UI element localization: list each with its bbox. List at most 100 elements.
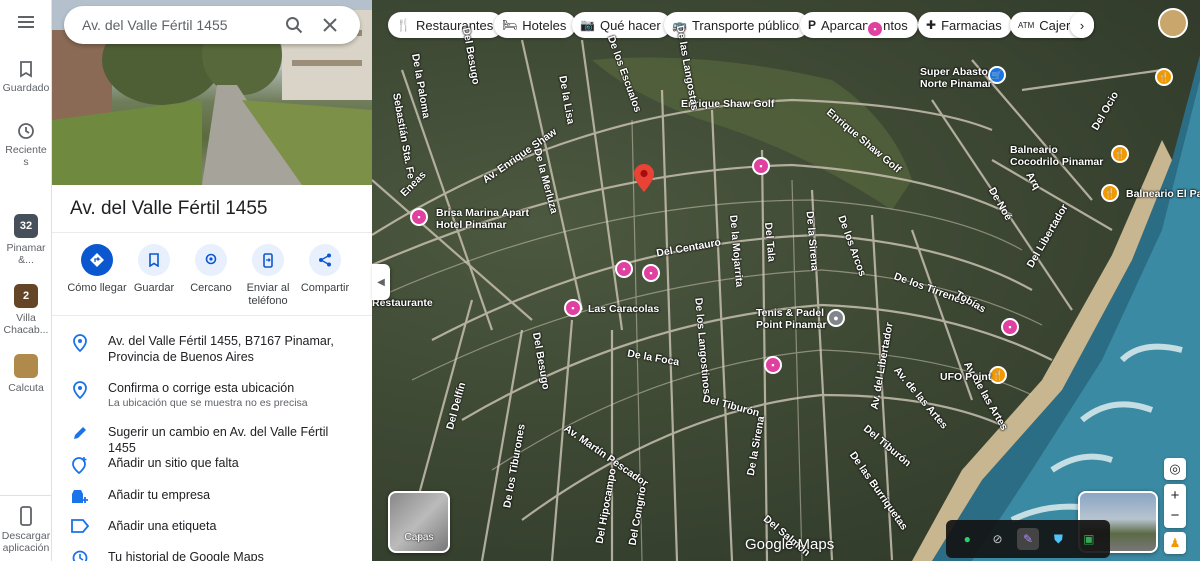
poi-label[interactable]: Tenis & Padel Point Pinamar: [756, 307, 827, 331]
chip-label: Transporte público: [691, 17, 800, 33]
poi-marker[interactable]: 🍴: [1101, 184, 1119, 202]
recent-item-calcuta[interactable]: Calcuta: [0, 354, 52, 394]
recent-thumbnail: [14, 354, 38, 378]
recent-item-villa[interactable]: 2 Villa Chacab...: [0, 284, 52, 336]
poi-marker[interactable]: 🍴: [1111, 145, 1129, 163]
history-row[interactable]: Tu historial de Google Maps: [52, 549, 372, 561]
poi-marker[interactable]: ▪: [615, 260, 633, 278]
download-app-button[interactable]: Descargar aplicación: [0, 506, 52, 554]
poi-label[interactable]: Las Caracolas: [588, 303, 659, 315]
poi-label[interactable]: Brisa Marina Apart Hotel Pinamar: [436, 207, 529, 231]
action-label: Enviar al teléfono: [246, 282, 290, 307]
poi-marker[interactable]: ▪: [764, 356, 782, 374]
saved-button[interactable]: Guardado: [0, 60, 52, 94]
map-roads: [372, 39, 1200, 561]
avatar[interactable]: [1158, 8, 1188, 38]
recent-thumbnail: 32: [14, 214, 38, 238]
screen-icon[interactable]: ▣: [1078, 528, 1100, 550]
recent-item-pinamar[interactable]: 32 Pinamar &...: [0, 214, 52, 266]
chip-restaurants[interactable]: 🍴 Restaurantes: [388, 12, 504, 38]
poi-label[interactable]: UFO Point: [940, 371, 991, 383]
chip-hotels[interactable]: 🛏 Hoteles: [494, 12, 577, 38]
add-label-row[interactable]: Añadir una etiqueta: [52, 518, 372, 534]
search-box[interactable]: [64, 6, 360, 44]
send-to-phone-button[interactable]: Enviar al teléfono: [238, 242, 298, 308]
location-pin-icon: [52, 333, 108, 352]
poi-marker[interactable]: ▪: [642, 264, 660, 282]
recent-item-label: Villa Chacab...: [3, 312, 49, 336]
action-label: Cercano: [190, 282, 232, 294]
divider: [52, 315, 372, 316]
poi-marker[interactable]: 🍴: [989, 366, 1007, 384]
suggest-edit-row[interactable]: Sugerir un cambio en Av. del Valle Férti…: [52, 424, 372, 456]
pen-icon[interactable]: ✎: [1016, 528, 1039, 550]
history-icon: [18, 123, 34, 139]
poi-marker[interactable]: ●: [827, 309, 845, 327]
recent-button[interactable]: Reciente s: [0, 122, 52, 168]
add-place-text: Añadir un sitio que falta: [108, 456, 239, 470]
chip-parking[interactable]: P Aparcamientos: [800, 12, 918, 38]
share-button[interactable]: Compartir: [295, 242, 355, 295]
layers-label: Capas: [404, 532, 434, 543]
add-location-icon: [52, 455, 108, 474]
poi-marker[interactable]: ▪: [564, 299, 582, 317]
poi-label[interactable]: Balneario Cocodrilo Pinamar: [1010, 144, 1103, 168]
history-icon: [52, 549, 108, 561]
satellite-map[interactable]: 🍴 Restaurantes 🛏 Hoteles 📷 Qué hacer 🚌 Trans…: [372, 0, 1200, 561]
pegman-icon: ♟: [1169, 536, 1181, 550]
chips-scroll-right-button[interactable]: ›: [1070, 12, 1094, 38]
zoom-out-button[interactable]: −: [1171, 506, 1180, 526]
pharmacy-icon: ✚: [926, 18, 937, 32]
poi-marker[interactable]: ▪: [1001, 318, 1019, 336]
zoom-in-button[interactable]: +: [1171, 486, 1180, 506]
action-bar: Cómo llegar Guardar Cercano Enviar al te…: [52, 242, 372, 314]
saved-label: Guardado: [2, 82, 50, 94]
poi-marker[interactable]: ▪: [752, 157, 770, 175]
place-title: Av. del Valle Fértil 1455: [70, 198, 268, 219]
nearby-button[interactable]: Cercano: [181, 242, 241, 295]
address-text: Av. del Valle Fértil 1455, B7167 Pinamar…: [108, 334, 334, 364]
google-maps-logo: Google Maps: [745, 536, 835, 553]
chip-pharmacies[interactable]: ✚ Farmacias: [918, 12, 1012, 38]
address-row[interactable]: Av. del Valle Fértil 1455, B7167 Pinamar…: [52, 333, 372, 365]
poi-label[interactable]: Balneario El Pa: [1126, 188, 1200, 200]
camera-icon: 📷: [580, 18, 595, 32]
poi-marker[interactable]: ▪: [410, 208, 428, 226]
directions-button[interactable]: Cómo llegar: [67, 242, 127, 295]
action-label: Guardar: [133, 282, 175, 294]
add-business-row[interactable]: Añadir tu empresa: [52, 487, 372, 504]
place-panel: Av. del Valle Fértil 1455 Cómo llegar Gu…: [52, 0, 372, 561]
close-icon[interactable]: [312, 7, 348, 43]
confirm-location-row[interactable]: Confirma o corrige esta ubicación La ubic…: [52, 380, 372, 410]
recent-count: 2: [14, 284, 38, 308]
confirm-subtext: La ubicación que se muestra no es precis…: [108, 397, 308, 409]
chevron-left-icon: ◀: [377, 276, 385, 288]
chip-label: Hoteles: [522, 17, 567, 33]
poi-label[interactable]: Super Abasto Norte Pinamar: [920, 66, 992, 90]
recent-item-label: Pinamar &...: [6, 242, 46, 266]
directions-icon: [81, 244, 113, 276]
my-location-button[interactable]: ◎: [1164, 458, 1186, 480]
chip-things-to-do[interactable]: 📷 Qué hacer: [572, 12, 671, 38]
menu-button[interactable]: [0, 12, 52, 36]
add-place-row[interactable]: Añadir un sitio que falta: [52, 455, 372, 474]
poi-marker[interactable]: ▪: [866, 20, 884, 38]
poi-marker[interactable]: 🍴: [1155, 68, 1173, 86]
collapse-panel-button[interactable]: ◀: [372, 264, 390, 300]
parking-icon: P: [808, 18, 817, 32]
whatsapp-icon[interactable]: ●: [956, 528, 978, 550]
selected-location-pin-icon[interactable]: [633, 163, 655, 193]
bookmark-icon: [138, 244, 170, 276]
pencil-icon: [52, 424, 108, 441]
pegman-button[interactable]: ♟: [1164, 532, 1186, 554]
layers-button[interactable]: ◈ Capas: [388, 491, 450, 553]
shield-icon[interactable]: ⛊: [1047, 528, 1069, 550]
eye-off-icon[interactable]: ⊘: [987, 528, 1009, 550]
search-input[interactable]: [82, 17, 276, 33]
search-icon[interactable]: [276, 7, 312, 43]
zoom-control: + −: [1164, 484, 1186, 528]
divider: [52, 232, 372, 233]
menu-icon: [18, 16, 34, 28]
action-label: Cómo llegar: [67, 282, 127, 294]
save-button[interactable]: Guardar: [124, 242, 184, 295]
